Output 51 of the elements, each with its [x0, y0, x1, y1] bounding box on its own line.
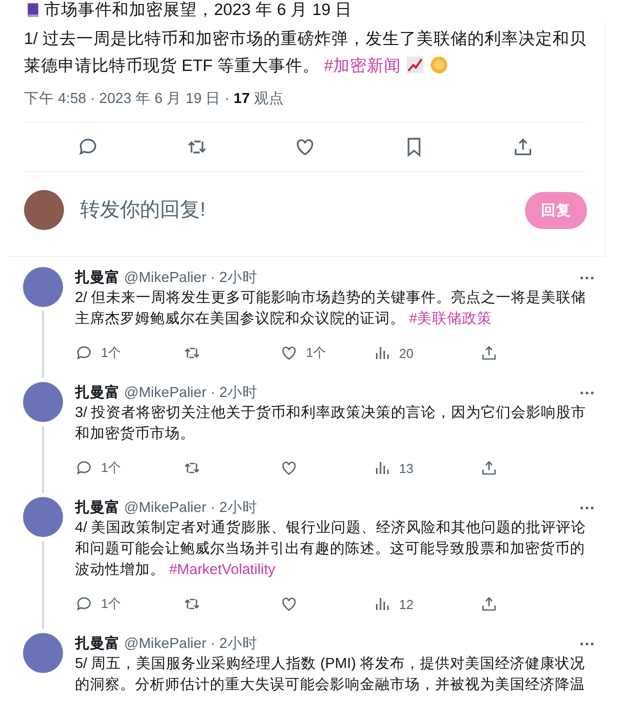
- avatar: [23, 497, 63, 537]
- views-icon[interactable]: [373, 344, 391, 362]
- reply-text: 4/ 美国政策制定者对通货膨胀、银行业问题、经济风险和其他问题的批评评论和问题可能会让鲍威尔当场并引出有趣的陈述。这可能导致股票和加密货币的波动性增加。 #MarketVolatility: [75, 518, 588, 580]
- views-icon[interactable]: [373, 459, 391, 477]
- tweet-meta: 下午 4:58 · 2023 年 6 月 19 日 · 17 观点: [24, 89, 587, 123]
- hashtag-link[interactable]: #美联储政策: [409, 311, 492, 327]
- post-time: · 2小时: [210, 384, 258, 402]
- avatar: [23, 382, 63, 422]
- share-icon[interactable]: [480, 595, 498, 613]
- count-label: 1个: [101, 595, 122, 613]
- tweet-text: 1/ 过去一周是比特币和加密市场的重磅炸弹，发生了美联储的利率决定和贝莱德申请比特币现货 ETF 等重大事件。 #加密新闻: [24, 29, 588, 77]
- thread-line: [42, 426, 44, 493]
- reply-text: 2/ 但未来一周将发生更多可能影响市场趋势的关键事件。亮点之一将是美联储主席杰罗姆鲍威尔在美国参议院和众议院的证词。 #美联储政策: [75, 288, 588, 329]
- count-label: 20: [399, 346, 414, 360]
- count-label: 12: [399, 596, 414, 612]
- avatar: [24, 190, 64, 230]
- share-icon[interactable]: [480, 459, 498, 477]
- avatar: [23, 633, 63, 673]
- hashtag-link[interactable]: #MarketVolatility: [169, 562, 276, 578]
- reply-field[interactable]: 转发你的回复!: [78, 198, 525, 222]
- coin-icon: [429, 55, 450, 75]
- post-time: · 2小时: [210, 269, 258, 287]
- thread-title: 市场事件和加密展望，2023 年 6 月 19 日: [44, 0, 352, 21]
- user-handle[interactable]: @MikePalier: [124, 270, 206, 286]
- count-label: 13: [399, 460, 414, 476]
- user-name[interactable]: 扎曼富: [75, 634, 120, 653]
- reply-text: 3/ 投资者将密切关注他关于货币和利率政策决策的言论，因为它们会影响股市和加密货币市场。: [75, 404, 588, 444]
- count-label: 1个: [306, 344, 326, 362]
- count-label: 1个: [101, 344, 122, 362]
- reply-icon[interactable]: [75, 459, 93, 477]
- post-time: · 2小时: [210, 499, 258, 517]
- user-name[interactable]: 扎曼富: [75, 268, 120, 287]
- hashtag-link[interactable]: #加密新闻: [324, 57, 402, 75]
- reply-icon[interactable]: [75, 344, 93, 362]
- user-name[interactable]: 扎曼富: [75, 383, 120, 402]
- chart-up-icon: [405, 55, 426, 75]
- user-handle[interactable]: @MikePalier: [124, 384, 206, 400]
- thread-line: [42, 311, 44, 378]
- share-icon[interactable]: [480, 344, 498, 362]
- post-time: · 2小时: [210, 635, 258, 653]
- views-icon[interactable]: [373, 595, 391, 613]
- like-icon[interactable]: [280, 459, 298, 477]
- user-name[interactable]: 扎曼富: [75, 498, 120, 517]
- like-icon[interactable]: [280, 595, 298, 613]
- like-icon[interactable]: [280, 344, 298, 362]
- reply-icon[interactable]: [75, 595, 93, 613]
- reply-text: 5/ 周五，美国服务业采购经理人指数 (PMI) 将发布，提供对美国经济健康状况的洞察。分析师估计的重大失误可能会影响金融市场，并被视为美国经济降温: [75, 654, 586, 695]
- user-handle[interactable]: @MikePalier: [124, 500, 206, 516]
- user-handle[interactable]: @MikePalier: [124, 636, 206, 652]
- avatar: [23, 267, 63, 307]
- count-label: 1个: [101, 459, 122, 477]
